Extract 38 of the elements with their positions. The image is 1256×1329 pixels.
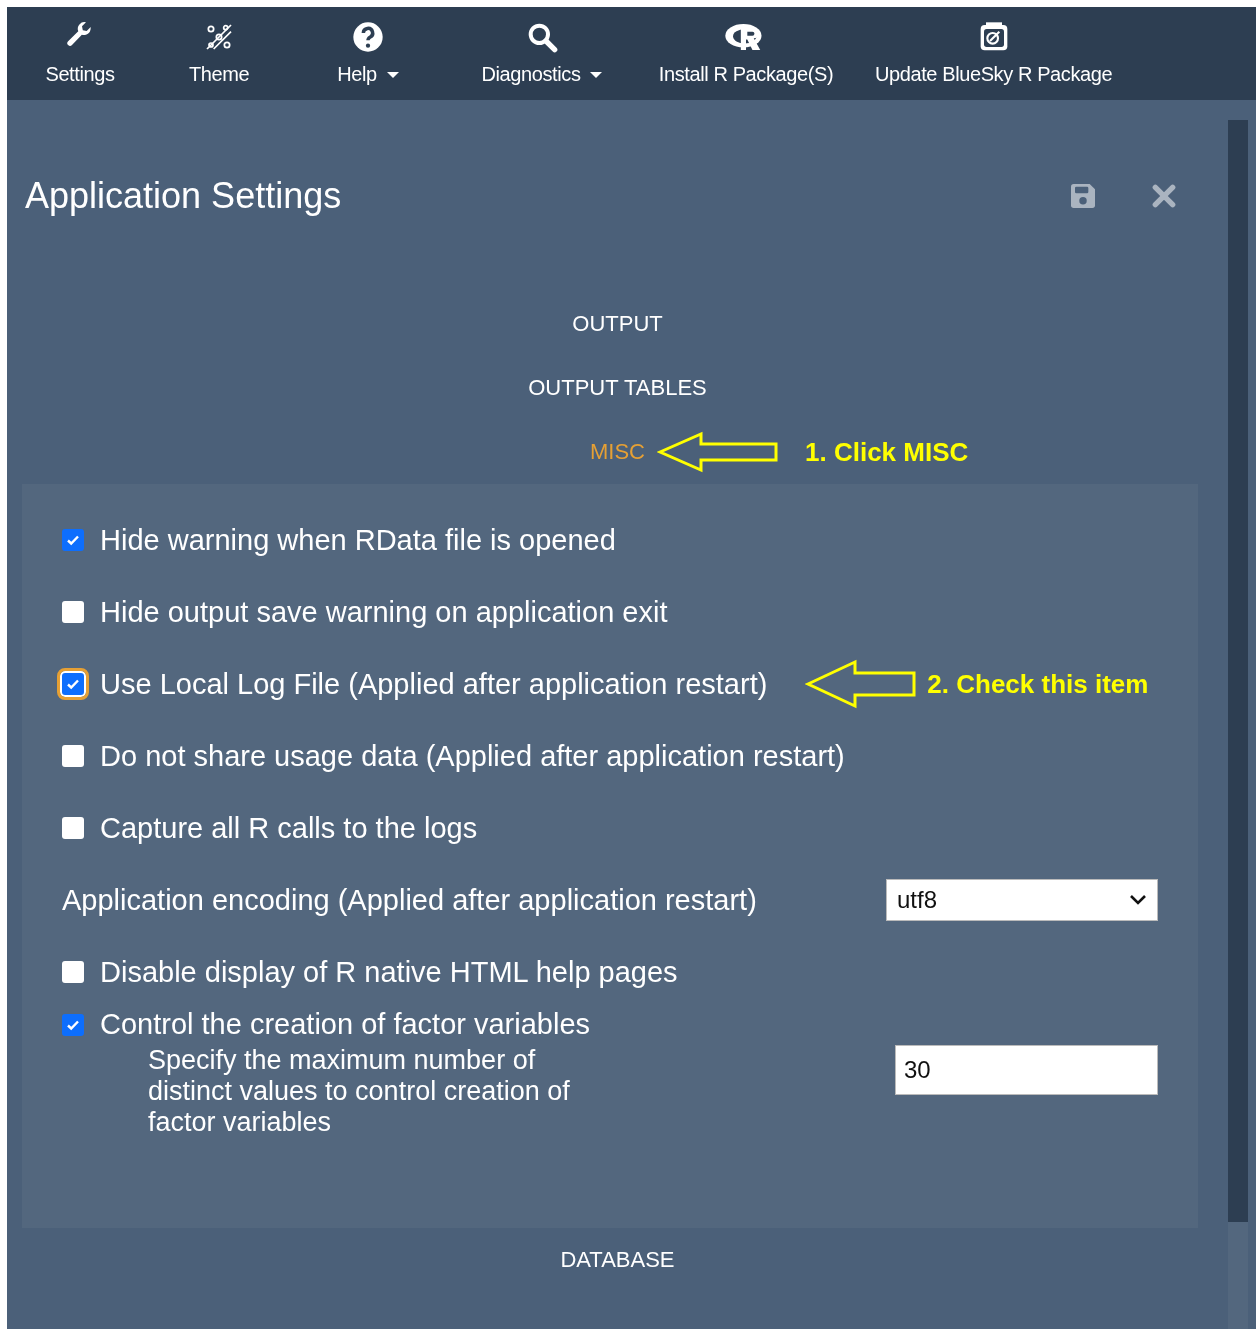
arrow-icon (657, 431, 779, 473)
checkbox-label: Disable display of R native HTML help pages (100, 955, 678, 989)
checkbox[interactable] (62, 961, 84, 983)
checkbox-label: Hide warning when RData file is opened (100, 523, 616, 557)
search-icon (526, 21, 558, 53)
checkbox[interactable] (62, 745, 84, 767)
section-tab[interactable]: OUTPUT TABLES (524, 371, 711, 405)
checkbox[interactable] (62, 817, 84, 839)
encoding-dropdown[interactable]: utf8 (886, 879, 1158, 921)
arrow-icon (805, 659, 918, 709)
checkbox-label: Hide output save warning on application exit (100, 595, 668, 629)
scrollbar[interactable] (1228, 120, 1248, 1329)
caret-icon (590, 71, 603, 78)
close-icon (1151, 183, 1177, 209)
section-tab[interactable]: DATABASE (556, 1243, 679, 1277)
setting-label: Specify the maximum number of distinct values to control creation of factor variables (148, 1045, 571, 1138)
toolbar-button[interactable]: Install R Package(S) (641, 7, 851, 100)
toolbar-button[interactable]: Theme (149, 7, 289, 100)
checkbox-label: Control the creation of factor variables (100, 1008, 591, 1041)
checkbox[interactable] (62, 601, 84, 623)
toolbar-button[interactable]: Update BlueSky R Package (855, 7, 1133, 100)
annotation-text: 2. Check this item (927, 668, 1149, 700)
checkbox-label: Capture all R calls to the logs (100, 811, 478, 845)
number-field[interactable]: 30 (895, 1045, 1158, 1095)
checkbox[interactable] (62, 529, 84, 551)
toolbar-button[interactable]: Settings (15, 7, 145, 100)
caret-icon (386, 71, 399, 78)
dialog-title: Application Settings (24, 175, 343, 217)
checkbox-label: Do not share usage data (Applied after application restart) (100, 739, 845, 773)
help-icon (352, 21, 384, 53)
section-tab[interactable]: OUTPUT (568, 307, 667, 341)
chevron-down-icon (1129, 894, 1147, 906)
toolbar-button[interactable]: Diagnostics (447, 7, 637, 100)
annotation-text: 1. Click MISC (805, 436, 969, 468)
toolbar-button[interactable]: Help (293, 7, 443, 100)
checkbox-label: Use Local Log File (Applied after application restart) (100, 667, 768, 701)
checkbox[interactable] (62, 1013, 84, 1036)
setting-label: Application encoding (Applied after application restart) (62, 883, 757, 917)
